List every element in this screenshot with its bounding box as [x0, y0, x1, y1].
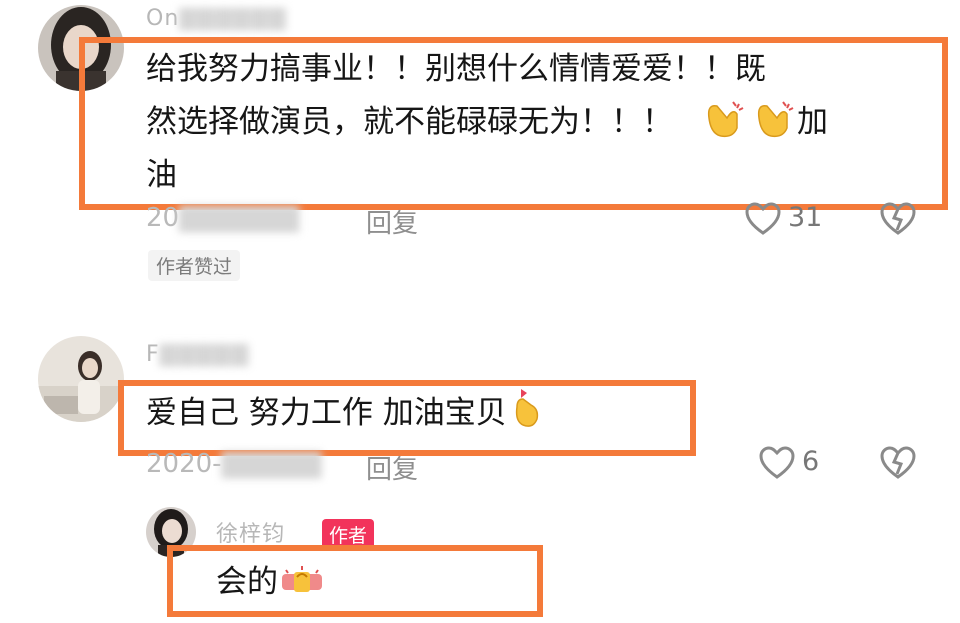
avatar-user-2[interactable] [38, 336, 124, 422]
username-text[interactable]: F [146, 342, 160, 367]
username[interactable]: On▇▇▇▇▇▇ [146, 6, 287, 31]
comment-line-text: 然选择做演员，就不能碌碌无为！！！ [146, 104, 673, 140]
clapping-hands-icon [753, 98, 797, 138]
comment-line: 油 [146, 157, 177, 193]
like-count: 31 [788, 202, 823, 233]
comment-line-text: 爱自己 努力工作 加油宝贝 [146, 395, 507, 431]
clapping-hands-icon [703, 98, 747, 138]
username-text[interactable]: On [146, 6, 179, 31]
date-text: 2020- [146, 449, 222, 479]
comment-text: 爱自己 努力工作 加油宝贝 [146, 385, 543, 440]
reply-button[interactable]: 回复 [366, 449, 418, 486]
author-liked-badge: 作者赞过 [148, 250, 241, 281]
author-username[interactable]: 徐梓钧 [216, 516, 285, 548]
date-text: 20 [146, 203, 180, 233]
heart-outline-icon[interactable] [744, 202, 782, 236]
comment-date: 20▇▇▇▇▇▇ [146, 203, 300, 233]
broken-heart-icon[interactable] [878, 202, 918, 236]
gift-emoji-icon [280, 566, 324, 596]
reply-text-content: 会的 [216, 564, 278, 600]
like-count: 6 [802, 446, 820, 477]
comment-date: 2020-▇▇▇▇▇ [146, 449, 322, 479]
finger-heart-icon [511, 385, 543, 429]
reply-text: 会的 [216, 556, 324, 609]
broken-heart-icon[interactable] [878, 446, 918, 480]
comment-line: 然选择做演员，就不能碌碌无为！！！ 加 [146, 96, 926, 149]
username[interactable]: F▇▇▇▇▇ [146, 342, 249, 367]
heart-outline-icon[interactable] [758, 446, 796, 480]
comment-text: 给我努力搞事业！！别想什么情情爱爱！！既 然选择做演员，就不能碌碌无为！！！ 加… [146, 43, 926, 202]
comment-line: 给我努力搞事业！！别想什么情情爱爱！！既 [146, 51, 766, 87]
reply-button[interactable]: 回复 [366, 203, 418, 240]
comment-line-tail: 加 [797, 104, 828, 140]
